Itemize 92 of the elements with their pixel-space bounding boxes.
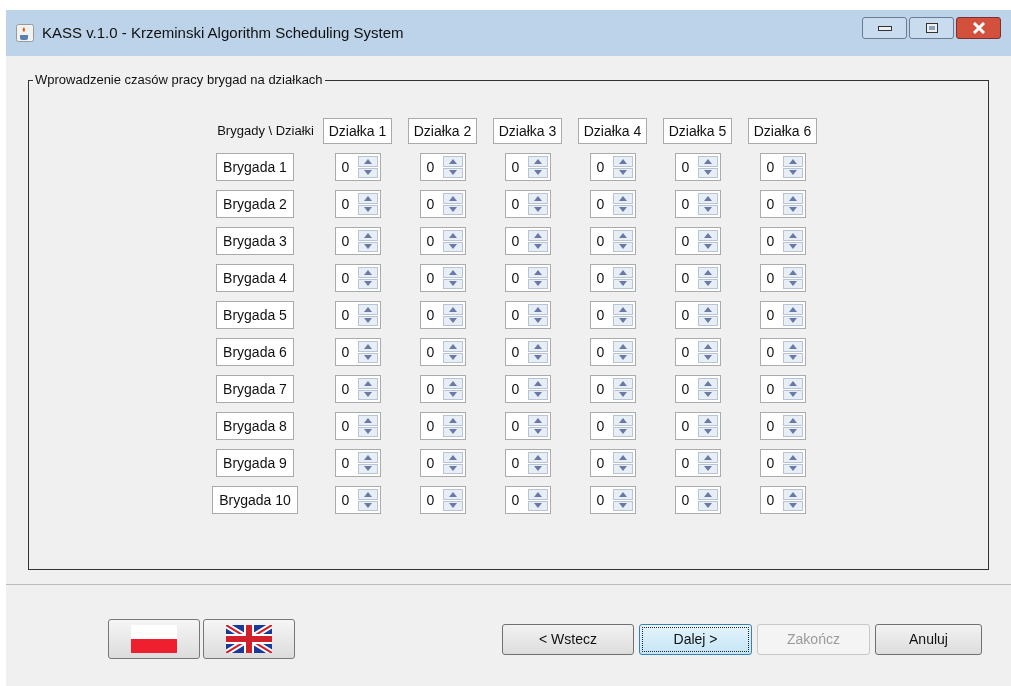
number-spinner[interactable]: 0: [504, 338, 551, 366]
number-spinner[interactable]: 0: [759, 190, 806, 218]
number-spinner[interactable]: 0: [589, 449, 636, 477]
number-spinner[interactable]: 0: [504, 264, 551, 292]
maximize-icon: [925, 23, 938, 33]
number-spinner[interactable]: 0: [589, 486, 636, 514]
column-header: Działka 4: [577, 118, 648, 144]
number-spinner[interactable]: 0: [419, 301, 466, 329]
number-spinner[interactable]: 0: [674, 227, 721, 255]
maximize-button[interactable]: [909, 17, 954, 39]
number-spinner[interactable]: 0: [759, 449, 806, 477]
row-header: Brygada 2: [216, 190, 294, 218]
number-spinner[interactable]: 0: [589, 412, 636, 440]
number-spinner[interactable]: 0: [419, 153, 466, 181]
number-spinner[interactable]: 0: [504, 375, 551, 403]
uk-flag-icon: [226, 625, 272, 653]
english-language-button[interactable]: [203, 619, 295, 659]
number-spinner[interactable]: 0: [759, 153, 806, 181]
number-spinner[interactable]: 0: [674, 153, 721, 181]
number-spinner[interactable]: 0: [334, 227, 381, 255]
column-header: Działka 5: [662, 118, 733, 144]
row-header: Brygada 4: [216, 264, 294, 292]
number-spinner[interactable]: 0: [589, 227, 636, 255]
number-spinner[interactable]: 0: [419, 375, 466, 403]
row-header: Brygada 3: [216, 227, 294, 255]
number-spinner[interactable]: 0: [674, 301, 721, 329]
dialog-button[interactable]: < Wstecz: [502, 623, 634, 655]
number-spinner[interactable]: 0: [759, 375, 806, 403]
number-spinner[interactable]: 0: [419, 449, 466, 477]
number-spinner[interactable]: 0: [334, 486, 381, 514]
dialog-button[interactable]: Dalej >: [639, 623, 752, 655]
minimize-icon: [877, 25, 892, 31]
number-spinner[interactable]: 0: [674, 375, 721, 403]
row-header: Brygada 9: [216, 449, 294, 477]
number-spinner[interactable]: 0: [504, 486, 551, 514]
column-header: Działka 2: [407, 118, 478, 144]
number-spinner[interactable]: 0: [334, 153, 381, 181]
number-spinner[interactable]: 0: [334, 412, 381, 440]
number-spinner[interactable]: 0: [334, 190, 381, 218]
number-spinner[interactable]: 0: [759, 338, 806, 366]
number-spinner[interactable]: 0: [759, 486, 806, 514]
number-spinner[interactable]: 0: [334, 375, 381, 403]
number-spinner[interactable]: 0: [589, 264, 636, 292]
number-spinner[interactable]: 0: [504, 412, 551, 440]
number-spinner[interactable]: 0: [589, 338, 636, 366]
column-header: Działka 1: [322, 118, 393, 144]
number-spinner[interactable]: 0: [504, 190, 551, 218]
corner-label: Brygady \ Działki: [216, 122, 315, 141]
number-spinner[interactable]: 0: [674, 412, 721, 440]
number-spinner[interactable]: 0: [759, 412, 806, 440]
number-spinner[interactable]: 0: [759, 264, 806, 292]
number-spinner[interactable]: 0: [759, 301, 806, 329]
number-spinner[interactable]: 0: [674, 486, 721, 514]
number-spinner[interactable]: 0: [334, 449, 381, 477]
number-spinner[interactable]: 0: [674, 449, 721, 477]
column-header: Działka 3: [492, 118, 563, 144]
number-spinner[interactable]: 0: [504, 449, 551, 477]
number-spinner[interactable]: 0: [504, 153, 551, 181]
number-spinner[interactable]: 0: [419, 486, 466, 514]
row-header: Brygada 6: [216, 338, 294, 366]
dialog-button[interactable]: Anuluj: [875, 623, 982, 655]
number-spinner[interactable]: 0: [334, 264, 381, 292]
number-spinner[interactable]: 0: [419, 264, 466, 292]
number-spinner[interactable]: 0: [674, 190, 721, 218]
row-header: Brygada 7: [216, 375, 294, 403]
number-spinner[interactable]: 0: [674, 264, 721, 292]
number-spinner[interactable]: 0: [674, 338, 721, 366]
number-spinner[interactable]: 0: [504, 227, 551, 255]
column-header: Działka 6: [747, 118, 818, 144]
row-header: Brygada 10: [212, 486, 298, 514]
row-header: Brygada 5: [216, 301, 294, 329]
minimize-button[interactable]: [862, 17, 907, 39]
number-spinner[interactable]: 0: [504, 301, 551, 329]
number-spinner[interactable]: 0: [589, 375, 636, 403]
row-header: Brygada 8: [216, 412, 294, 440]
number-spinner[interactable]: 0: [419, 412, 466, 440]
number-spinner[interactable]: 0: [419, 338, 466, 366]
number-spinner[interactable]: 0: [589, 190, 636, 218]
poland-flag-icon: [131, 625, 177, 653]
close-icon: [971, 22, 986, 34]
row-header: Brygada 1: [216, 153, 294, 181]
number-spinner[interactable]: 0: [759, 227, 806, 255]
number-spinner[interactable]: 0: [589, 153, 636, 181]
java-cup-icon: [16, 24, 34, 42]
number-spinner[interactable]: 0: [334, 338, 381, 366]
number-spinner[interactable]: 0: [589, 301, 636, 329]
number-spinner[interactable]: 0: [334, 301, 381, 329]
number-spinner[interactable]: 0: [419, 227, 466, 255]
window-title: KASS v.1.0 - Krzeminski Algorithm Scheduling System: [42, 22, 405, 43]
polish-language-button[interactable]: [108, 619, 200, 659]
close-button[interactable]: [956, 17, 1001, 39]
number-spinner[interactable]: 0: [419, 190, 466, 218]
